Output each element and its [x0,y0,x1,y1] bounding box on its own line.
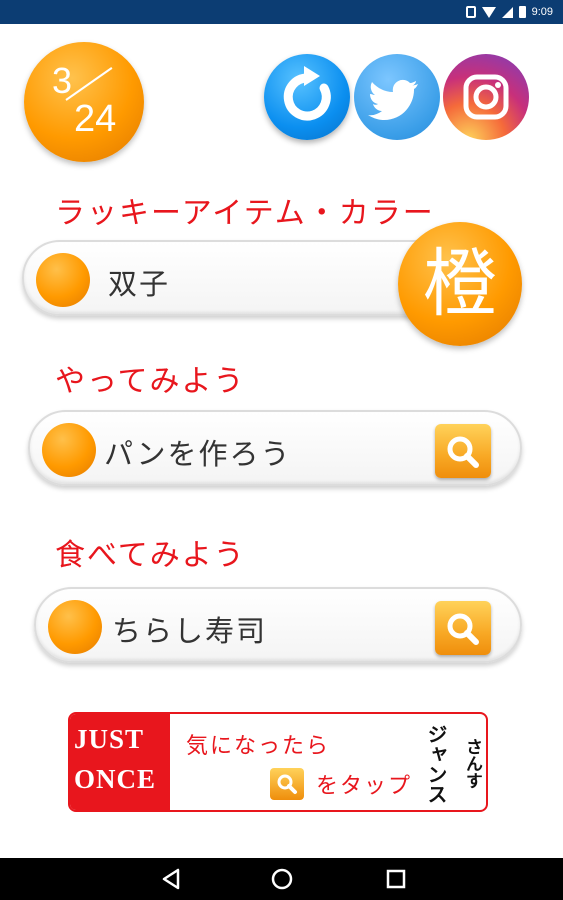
instagram-button[interactable] [443,54,529,140]
try-title: やってみよう [55,364,246,399]
refresh-button[interactable] [264,54,350,140]
orange-dot [36,253,90,307]
wifi-icon [481,6,496,18]
search-icon [447,613,479,645]
status-icons: 9:09 [465,3,553,21]
manga-text-2: さんす [462,738,482,789]
try-item-row: パンを作ろう [28,410,522,486]
home-icon[interactable] [269,866,295,892]
recent-apps-icon[interactable] [383,866,409,892]
date-slash [65,67,113,101]
twitter-button[interactable] [354,54,440,140]
back-icon[interactable] [158,866,184,892]
eat-item-row: ちらし寿司 [34,587,522,663]
date-day: 24 [74,98,117,140]
try-item-text: パンを作ろう [104,437,292,471]
just-once-logo: JUST ONCE [70,714,170,810]
logo-line2: ONCE [74,764,157,794]
lucky-title: ラッキーアイテム・カラー [55,196,435,231]
eat-item-text: ちらし寿司 [112,614,268,648]
lucky-item-text: 双子 [108,267,171,301]
eat-title: 食べてみよう [55,538,246,573]
manga-illustration: ジャンス さんす [400,714,486,810]
navigation-bar [0,858,563,900]
logo-line1: JUST [74,724,145,754]
banner-text-line1: 気になったら [186,734,331,759]
try-search-button[interactable] [435,424,491,478]
search-icon [447,436,479,468]
orange-dot [48,600,102,654]
vibrate-icon [465,6,476,18]
eat-search-button[interactable] [435,601,491,655]
instagram-icon [463,74,509,120]
banner-search-icon [270,768,304,800]
refresh-icon [283,66,331,121]
just-once-banner[interactable]: JUST ONCE 気になったら をタップ ジャンス さんす [68,712,488,812]
lucky-color-badge: 橙 [398,222,522,346]
status-time: 9:09 [531,6,553,18]
battery-icon [518,6,526,18]
signal-icon [501,6,513,18]
manga-text-1: ジャンス [424,724,448,804]
status-bar: 9:09 [0,0,563,24]
banner-text-line2: をタップ [316,774,413,799]
twitter-icon [368,79,418,120]
orange-dot [42,423,96,477]
date-badge: 3 24 [24,42,144,162]
